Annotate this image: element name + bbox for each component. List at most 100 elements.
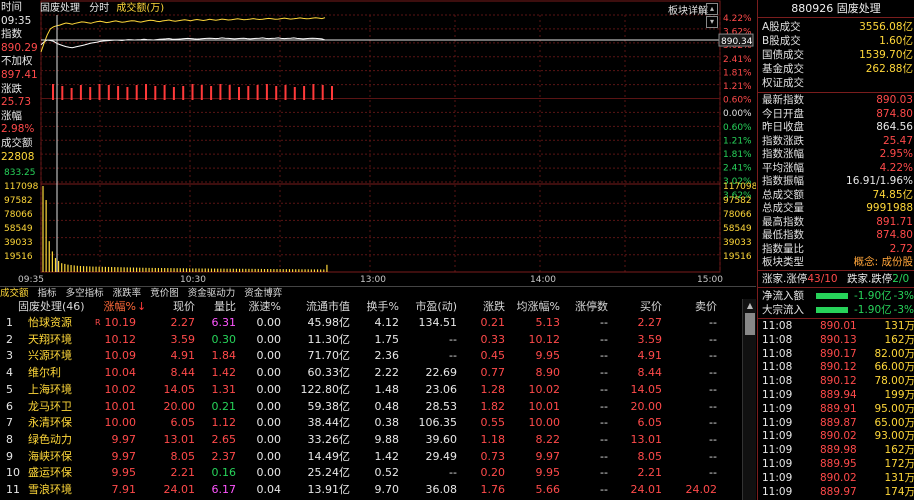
column-header[interactable]: 涨速% bbox=[249, 299, 281, 314]
cell-14: -- bbox=[709, 332, 717, 346]
tab-sector-name[interactable]: 固废处理 bbox=[40, 3, 80, 14]
table-row[interactable]: 6 龙马环卫 10.01 20.00 0.21 0.00 59.38亿 0.48 28.53 1.… bbox=[0, 399, 740, 415]
sector-detail-link[interactable]: 板块详解 bbox=[668, 2, 708, 17]
table-row[interactable]: 5 上海环境 10.02 14.05 1.31 0.00 122.80亿 1.48 23.06 1… bbox=[0, 382, 740, 398]
stock-name[interactable]: 雪浪环境 bbox=[28, 482, 72, 498]
x-tick-label: 14:00 bbox=[530, 275, 556, 285]
divider bbox=[758, 270, 914, 271]
tab-indicator-amount[interactable]: 成交额 bbox=[0, 288, 29, 299]
cell-6: 0.00 bbox=[256, 416, 282, 430]
stock-name[interactable]: 海峡环保 bbox=[28, 449, 72, 465]
column-header[interactable]: 固废处理(46) bbox=[18, 299, 85, 314]
column-header[interactable]: 买价 bbox=[640, 299, 662, 314]
column-header[interactable]: 现价 bbox=[173, 299, 195, 314]
volume-tick-right: 39033 bbox=[723, 238, 752, 248]
cell-8: 9.88 bbox=[374, 432, 400, 446]
tab-long-short[interactable]: 多空指标 bbox=[66, 288, 104, 299]
stat-label: 指数振幅 bbox=[762, 175, 804, 187]
table-row[interactable]: 7 永清环保 10.00 6.05 1.12 0.00 38.44亿 0.38 106.35 0.… bbox=[0, 415, 740, 431]
block-inflow-row: 大宗流入 -1.90亿 -3% bbox=[762, 303, 914, 317]
amount-value: 22808 bbox=[1, 150, 35, 163]
cell-3: 9.95 bbox=[111, 466, 137, 480]
tick-row: 11:09 889.98 162万 bbox=[762, 444, 914, 457]
cell-14: -- bbox=[709, 416, 717, 430]
pct-tick-label: 1.81% bbox=[723, 68, 752, 78]
cell-7: 71.70亿 bbox=[307, 349, 351, 363]
table-row[interactable]: 8 绿色动力 9.97 13.01 2.65 0.00 33.26亿 9.88 39.60 1.1… bbox=[0, 432, 740, 448]
column-header[interactable]: 卖价 bbox=[695, 299, 717, 314]
cell-12: -- bbox=[600, 366, 608, 380]
column-header[interactable]: 涨停数 bbox=[575, 299, 608, 314]
stat-row: 指数振幅 16.91/1.96% bbox=[762, 174, 913, 188]
tab-fund-game[interactable]: 资金博弈 bbox=[244, 288, 282, 299]
tick-row: 11:09 890.02 93.00万 bbox=[762, 430, 914, 443]
column-header[interactable]: 市盈(动) bbox=[415, 299, 457, 314]
tick-row: 11:08 890.12 78.00万 bbox=[762, 375, 914, 388]
table-row[interactable]: 2 天翔环境 10.12 3.59 0.30 0.00 11.30亿 1.75 -- 0.33 10… bbox=[0, 332, 740, 348]
cell-10: 0.20 bbox=[480, 466, 506, 480]
stock-name[interactable]: 龙马环卫 bbox=[28, 399, 72, 415]
tick-volume: 174万 bbox=[884, 485, 914, 498]
scroll-up-arrow-icon[interactable]: ▲ bbox=[745, 301, 755, 311]
stock-name[interactable]: 维尔利 bbox=[28, 365, 61, 381]
table-row[interactable]: 11 雪浪环境 7.91 24.01 6.17 0.04 13.91亿 9.70 36.08 1.… bbox=[0, 482, 740, 498]
x-tick-label: 13:00 bbox=[360, 275, 386, 285]
stat-row: 指数涨幅 2.95% bbox=[762, 147, 913, 161]
column-header[interactable]: 流通市值 bbox=[306, 299, 350, 314]
timeshare-chart[interactable]: 4.22%3.62%3.02%2.41%1.81%1.21%0.60%0.00%… bbox=[0, 0, 756, 285]
cell-11: 5.66 bbox=[535, 483, 561, 496]
tab-updown-ratio[interactable]: 涨跌率 bbox=[113, 288, 142, 299]
tick-volume: 131万 bbox=[884, 320, 914, 332]
table-row[interactable]: 4 维尔利 10.04 8.44 1.42 0.00 60.33亿 2.22 22.69 0.77… bbox=[0, 365, 740, 381]
cell-6: 0.00 bbox=[256, 466, 282, 480]
scroll-down-icon[interactable]: ▾ bbox=[706, 16, 718, 28]
tab-timeshare[interactable]: 分时 bbox=[89, 3, 109, 14]
stock-name[interactable]: 兴源环境 bbox=[28, 348, 72, 364]
stock-name[interactable]: 绿色动力 bbox=[28, 432, 72, 448]
sector-type-value[interactable]: 概念: 成份股 bbox=[854, 255, 913, 269]
block-inflow-bar bbox=[816, 307, 848, 313]
tick-row: 11:09 889.87 65.00万 bbox=[762, 417, 914, 430]
sector-detail-link-text[interactable]: 板块详解 bbox=[668, 6, 708, 17]
cell-9: 22.69 bbox=[425, 366, 458, 380]
table-scrollbar[interactable]: ▲ bbox=[742, 299, 756, 500]
tick-time: 11:09 bbox=[762, 485, 793, 498]
pct-tick-label: 0.60% bbox=[723, 123, 752, 133]
cell-9: 134.51 bbox=[418, 316, 458, 329]
stat-label: 指数涨幅 bbox=[762, 148, 804, 160]
column-header[interactable]: 涨跌 bbox=[483, 299, 505, 314]
scroll-up-icon[interactable]: ▴ bbox=[706, 3, 718, 15]
stat-value: 25.47 bbox=[882, 134, 913, 147]
row-index: 7 bbox=[6, 416, 13, 430]
cell-5: 1.31 bbox=[211, 382, 237, 396]
stock-name[interactable]: 盛运环保 bbox=[28, 465, 72, 481]
chart-frame bbox=[40, 0, 721, 273]
tick-time: 11:09 bbox=[762, 389, 793, 401]
stock-name[interactable]: 怡球资源 bbox=[28, 315, 72, 331]
cell-10: 0.77 bbox=[480, 366, 506, 380]
tab-auction[interactable]: 竞价图 bbox=[150, 288, 179, 299]
tab-indicator[interactable]: 指标 bbox=[38, 288, 57, 299]
cell-5: 6.31 bbox=[211, 316, 237, 329]
cell-4: 6.05 bbox=[170, 416, 196, 430]
block-inflow-pct: -3% bbox=[893, 304, 914, 316]
column-header[interactable]: 均涨幅% bbox=[517, 299, 560, 314]
table-row[interactable]: 9 海峡环保 9.97 8.05 2.37 0.00 14.49亿 1.42 29.49 0.73… bbox=[0, 449, 740, 465]
pct-value: 2.98% bbox=[1, 123, 35, 136]
tab-fund-drive[interactable]: 资金驱动力 bbox=[188, 288, 236, 299]
table-row[interactable]: 3 兴源环境 10.09 4.91 1.84 0.00 71.70亿 2.36 -- 0.45 9.… bbox=[0, 348, 740, 364]
tab-amount[interactable]: 成交额(万) bbox=[116, 3, 164, 14]
sort-desc-icon[interactable]: ↓ bbox=[137, 299, 146, 314]
column-header[interactable]: 涨幅% bbox=[104, 299, 136, 314]
column-header[interactable]: 换手% bbox=[367, 299, 399, 314]
stock-name[interactable]: 永清环保 bbox=[28, 415, 72, 431]
stock-name[interactable]: 上海环境 bbox=[28, 382, 72, 398]
stat-row: 指数涨跌 25.47 bbox=[762, 134, 913, 148]
table-row[interactable]: 1 怡球资源 R 10.19 2.27 6.31 0.00 45.98亿 4.12 134.51 0… bbox=[0, 315, 740, 331]
table-row[interactable]: 10 盛运环保 9.95 2.21 0.16 0.00 25.24亿 0.52 -- 0.20 9.… bbox=[0, 465, 740, 481]
column-header[interactable]: 量比 bbox=[214, 299, 236, 314]
scroll-thumb[interactable] bbox=[745, 313, 755, 335]
pct-tick-label: 1.21% bbox=[723, 136, 752, 146]
stock-name[interactable]: 天翔环境 bbox=[28, 332, 72, 348]
cell-10: 1.82 bbox=[480, 399, 506, 413]
